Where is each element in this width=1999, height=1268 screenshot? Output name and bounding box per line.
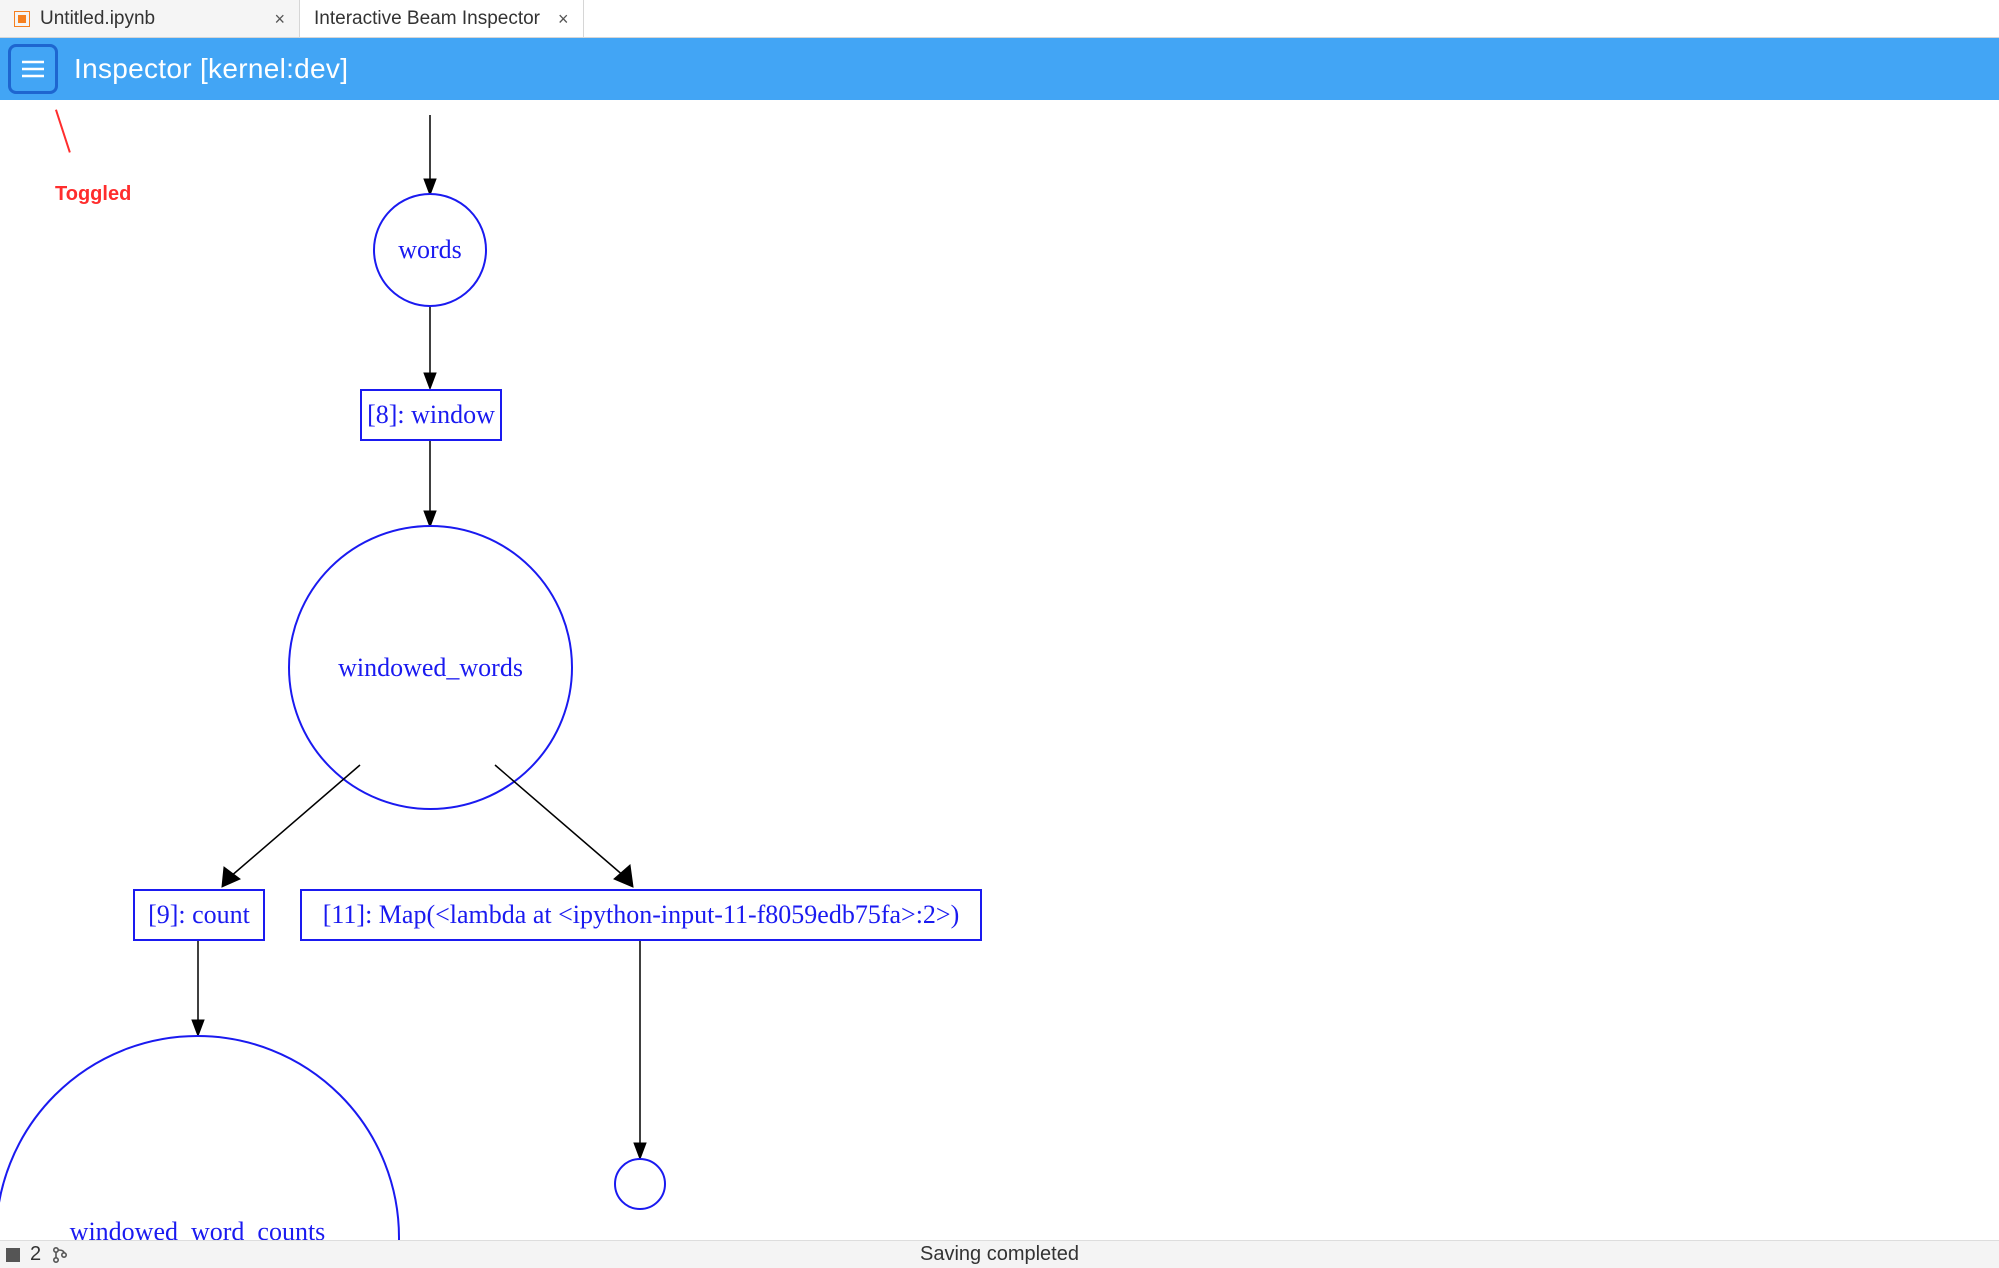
pipeline-graph[interactable]: words [8]: window windowed_words [9]: co… (0, 100, 1999, 1240)
status-bar: 2 Saving completed (0, 1240, 1999, 1268)
menu-toggle-button[interactable] (10, 46, 56, 92)
inspector-header: Inspector [kernel:dev] (0, 38, 1999, 100)
node-window[interactable]: [8]: window (360, 389, 502, 441)
tab-label: Untitled.ipynb (40, 8, 264, 30)
graph-edge (630, 941, 650, 1159)
graph-edge (420, 307, 440, 389)
status-indicator-icon (6, 1248, 20, 1262)
graph-edge (480, 765, 680, 895)
graph-edge (188, 941, 208, 1036)
node-words[interactable]: words (373, 193, 487, 307)
status-left: 2 (0, 1243, 69, 1266)
tab-inspector[interactable]: Interactive Beam Inspector × (300, 0, 584, 37)
notebook-icon (14, 11, 30, 27)
node-label: windowed_words (338, 653, 523, 683)
graph-edge (420, 115, 440, 195)
node-label: [9]: count (148, 900, 250, 930)
node-label: windowed_word_counts (70, 1217, 326, 1240)
node-small-output[interactable] (614, 1158, 666, 1210)
node-label: words (398, 235, 462, 265)
node-map[interactable]: [11]: Map(<lambda at <ipython-input-11-f… (300, 889, 982, 941)
graph-edge (420, 441, 440, 527)
close-icon[interactable]: × (274, 10, 285, 28)
node-label: [11]: Map(<lambda at <ipython-input-11-f… (323, 900, 960, 930)
status-message: Saving completed (0, 1243, 1999, 1266)
node-label: [8]: window (367, 400, 495, 430)
status-counter: 2 (30, 1243, 41, 1266)
tab-untitled[interactable]: Untitled.ipynb × (0, 0, 300, 37)
inspector-title: Inspector [kernel:dev] (74, 53, 348, 85)
git-icon (51, 1246, 69, 1264)
tab-bar: Untitled.ipynb × Interactive Beam Inspec… (0, 0, 1999, 38)
node-windowed-word-counts[interactable]: windowed_word_counts (0, 1035, 400, 1240)
tab-label: Interactive Beam Inspector (314, 8, 540, 30)
hamburger-icon (20, 59, 46, 79)
close-icon[interactable]: × (558, 10, 569, 28)
node-count[interactable]: [9]: count (133, 889, 265, 941)
graph-edge (200, 765, 380, 895)
